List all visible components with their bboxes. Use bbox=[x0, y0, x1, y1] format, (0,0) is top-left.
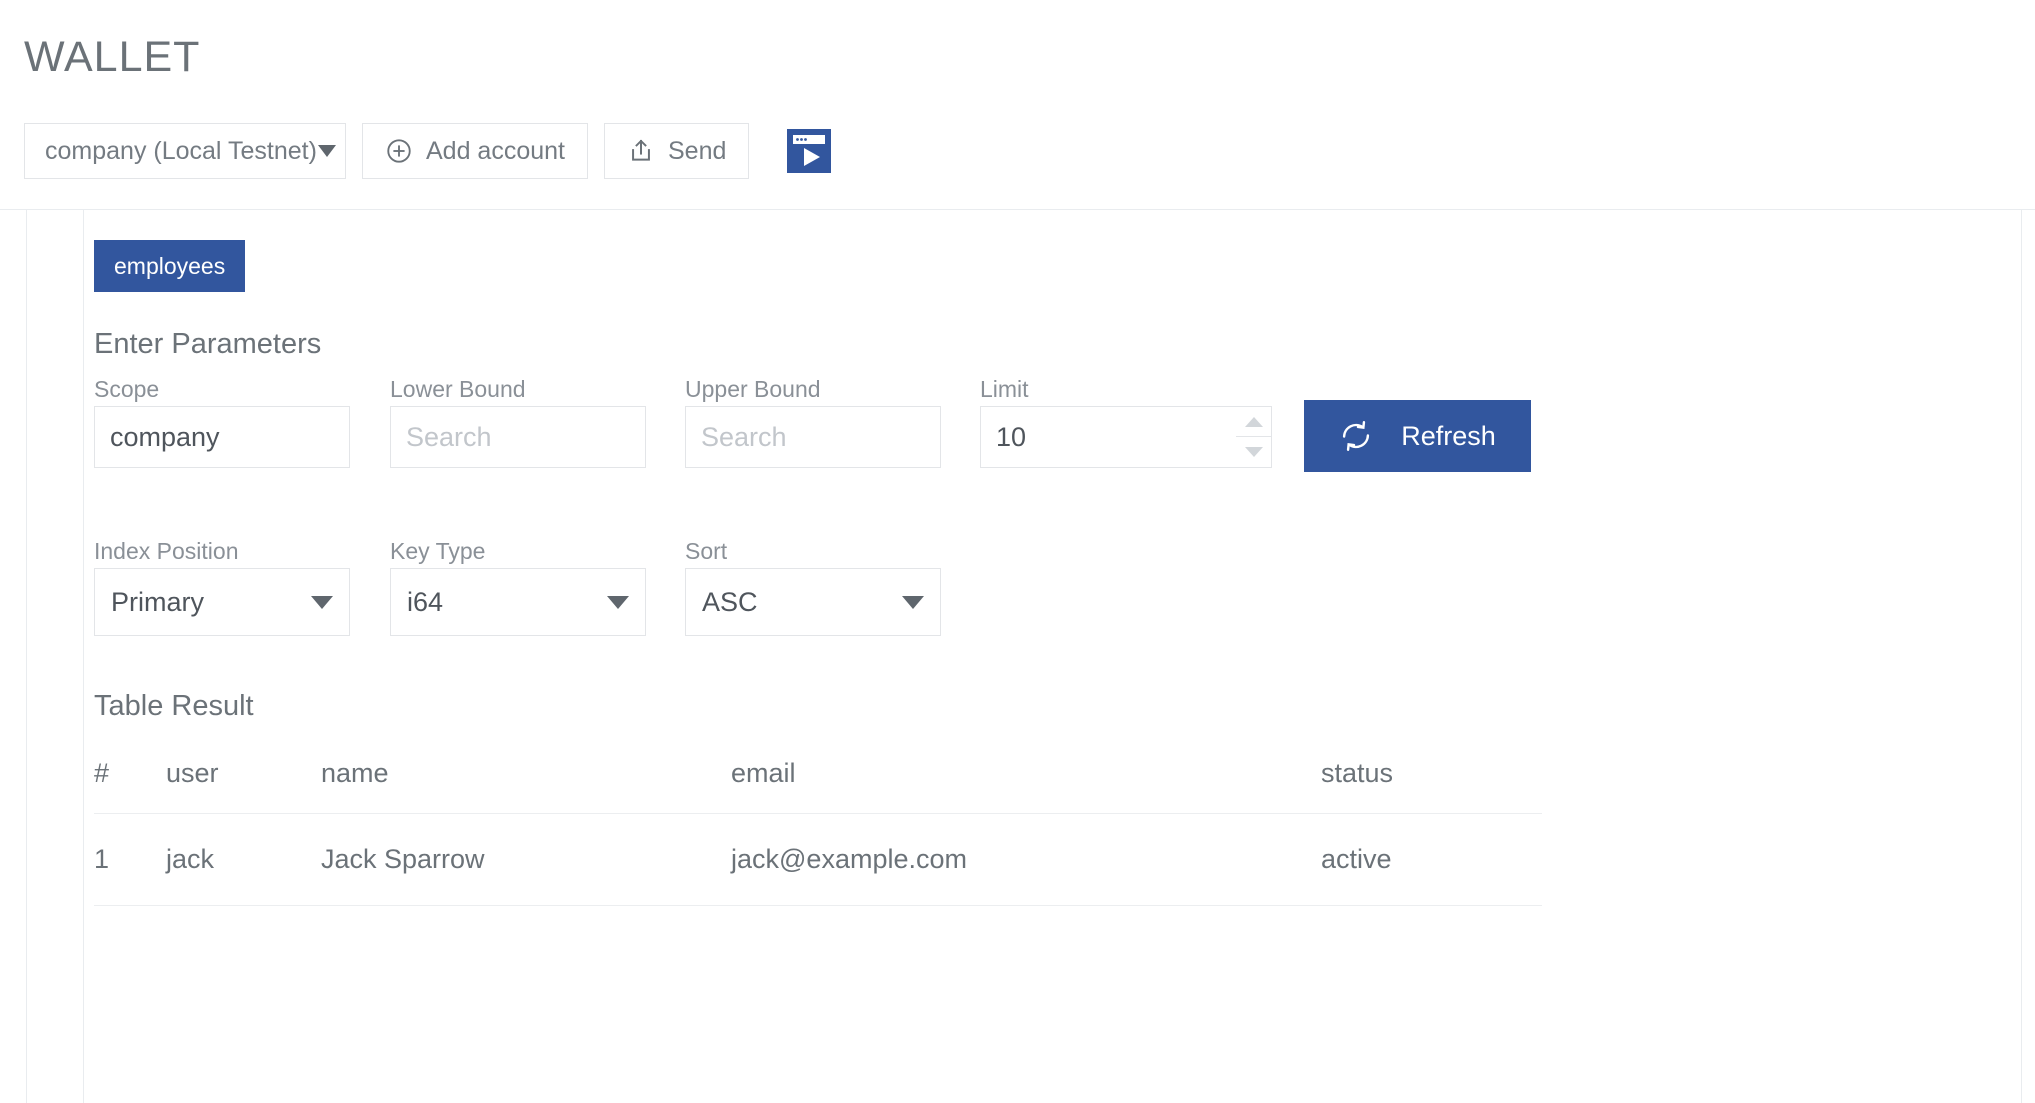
cell-user: jack bbox=[166, 813, 321, 906]
tab-employees[interactable]: employees bbox=[94, 240, 246, 292]
limit-label: Limit bbox=[980, 376, 1029, 402]
chevron-down-icon bbox=[607, 595, 629, 609]
table-header-row: # user name email status bbox=[94, 740, 1542, 814]
index-position-value: Primary bbox=[111, 586, 204, 617]
refresh-button[interactable]: Refresh bbox=[1304, 400, 1531, 472]
table-panel: employees Enter Parameters Scope Lower B… bbox=[84, 210, 2021, 1103]
add-account-label: Add account bbox=[426, 136, 565, 165]
chevron-down-icon bbox=[317, 145, 336, 157]
app-header: WALLET company (Local Testnet) Add accou… bbox=[0, 0, 2035, 210]
account-select-value: company (Local Testnet) bbox=[45, 136, 317, 165]
triangle-up-icon bbox=[1244, 416, 1263, 427]
result-table: # user name email status 1 jack Jack Spa… bbox=[94, 740, 1542, 906]
browser-play-icon[interactable] bbox=[787, 129, 832, 173]
upper-bound-input[interactable] bbox=[685, 406, 941, 468]
content-region: employees Enter Parameters Scope Lower B… bbox=[0, 210, 2035, 1103]
header-toolbar: company (Local Testnet) Add account Send bbox=[24, 123, 832, 179]
lower-bound-input[interactable] bbox=[390, 406, 646, 468]
limit-input[interactable] bbox=[980, 406, 1239, 468]
limit-stepper-up-button[interactable] bbox=[1236, 407, 1271, 437]
key-type-label: Key Type bbox=[390, 538, 486, 564]
column-header-user[interactable]: user bbox=[166, 740, 321, 814]
column-header-status[interactable]: status bbox=[1321, 740, 1542, 814]
cell-email: jack@example.com bbox=[731, 813, 1321, 906]
key-type-select[interactable]: i64 bbox=[390, 568, 646, 636]
chevron-down-icon bbox=[902, 595, 924, 609]
sort-select[interactable]: ASC bbox=[685, 568, 941, 636]
page-title: WALLET bbox=[24, 33, 201, 81]
index-position-label: Index Position bbox=[94, 538, 239, 564]
column-header-index[interactable]: # bbox=[94, 740, 166, 814]
upper-bound-label: Upper Bound bbox=[685, 376, 821, 402]
enter-parameters-heading: Enter Parameters bbox=[94, 328, 322, 360]
refresh-icon bbox=[1339, 419, 1373, 453]
column-header-name[interactable]: name bbox=[321, 740, 731, 814]
panel-divider-left-outer bbox=[26, 210, 27, 1103]
limit-stepper bbox=[1236, 406, 1272, 468]
index-position-select[interactable]: Primary bbox=[94, 568, 350, 636]
chevron-down-icon bbox=[311, 595, 333, 609]
sort-label: Sort bbox=[685, 538, 728, 564]
cell-name: Jack Sparrow bbox=[321, 813, 731, 906]
scope-label: Scope bbox=[94, 376, 160, 402]
panel-divider-right-outer bbox=[2021, 210, 2022, 1103]
sort-value: ASC bbox=[702, 586, 758, 617]
column-header-email[interactable]: email bbox=[731, 740, 1321, 814]
upload-box-icon bbox=[627, 137, 655, 165]
table-result-heading: Table Result bbox=[94, 690, 254, 722]
cell-status: active bbox=[1321, 813, 1542, 906]
refresh-label: Refresh bbox=[1401, 420, 1496, 451]
triangle-down-icon bbox=[1244, 447, 1263, 457]
table-row[interactable]: 1 jack Jack Sparrow jack@example.com act… bbox=[94, 813, 1542, 906]
plus-circle-icon bbox=[385, 137, 413, 165]
scope-input[interactable] bbox=[94, 406, 350, 468]
lower-bound-label: Lower Bound bbox=[390, 376, 526, 402]
limit-stepper-down-button[interactable] bbox=[1236, 437, 1271, 467]
cell-index: 1 bbox=[94, 813, 166, 906]
tab-employees-label: employees bbox=[114, 252, 226, 279]
send-button[interactable]: Send bbox=[604, 123, 750, 179]
send-label: Send bbox=[668, 136, 727, 165]
add-account-button[interactable]: Add account bbox=[362, 123, 588, 179]
key-type-value: i64 bbox=[407, 586, 444, 617]
account-select-button[interactable]: company (Local Testnet) bbox=[24, 123, 346, 179]
